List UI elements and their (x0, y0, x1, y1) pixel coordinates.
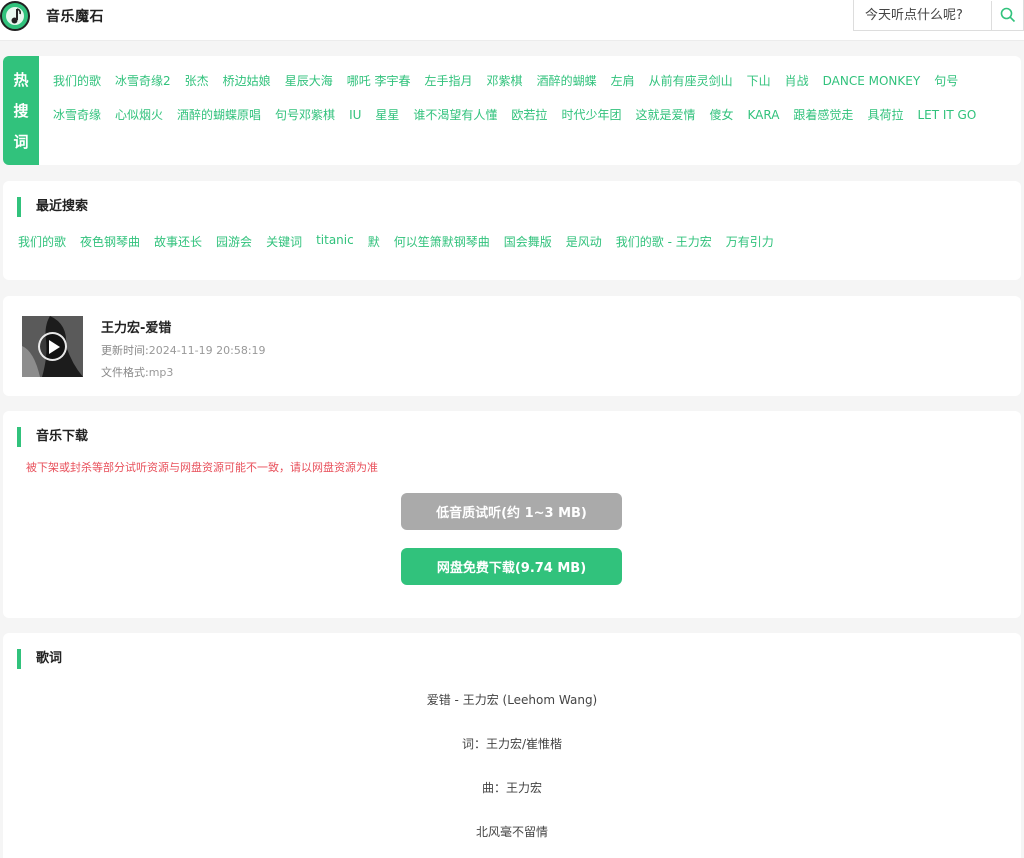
recent-search-item[interactable]: 国会舞版 (504, 233, 552, 250)
search-button[interactable] (991, 0, 1023, 30)
recent-search-item[interactable]: 我们的歌 - 王力宏 (616, 233, 712, 250)
lyric-line: 爱错 - 王力宏 (Leehom Wang) (426, 693, 598, 707)
hot-search-item[interactable]: LET IT GO (917, 98, 976, 132)
badge-char: 搜 (13, 102, 29, 120)
hot-search-item[interactable]: DANCE MONKEY (823, 64, 921, 98)
download-notice: 被下架或封杀等部分试听资源与网盘资源可能不一致，请以网盘资源为准 (26, 461, 378, 474)
hot-search-item[interactable]: 具荷拉 (867, 98, 903, 132)
song-title: 王力宏-爱错 (101, 321, 172, 336)
hot-search-item[interactable]: 星星 (375, 98, 399, 132)
recent-search-item[interactable]: titanic (316, 233, 354, 250)
hot-search-item[interactable]: 傻女 (709, 98, 733, 132)
hot-search-item[interactable]: 邓紫棋 (487, 64, 523, 98)
recent-search-list: 我们的歌 夜色钢琴曲 故事还长 园游会 关键词 titanic 默何以笙箫默钢琴曲 国会舞版是… (18, 233, 788, 250)
hot-search-item[interactable]: 左肩 (611, 64, 635, 98)
lyric-line: 北风毫不留情 (475, 825, 548, 839)
lyrics-title: 歌词 (17, 649, 62, 669)
free-download-button[interactable]: 网盘免费下载(9.74 MB) (401, 548, 622, 585)
lyric-line: 词：王力宏/崔惟楷 (461, 737, 563, 751)
song-info-panel: 王力宏-爱错 更新时间:2024-11-19 20:58:19 文件格式:mp3 (3, 296, 1021, 396)
format-label: 文件格式: (101, 366, 149, 379)
album-cover[interactable] (22, 316, 83, 377)
format-value: mp3 (148, 366, 174, 379)
recent-search-item[interactable]: 我们的歌 (18, 233, 66, 250)
lyrics-panel: 歌词 爱错 - 王力宏 (Leehom Wang) 词：王力宏/崔惟楷 曲：王力… (3, 633, 1021, 858)
updated-value: 2024-11-19 20:58:19 (148, 344, 266, 357)
song-updated-time: 更新时间:2024-11-19 20:58:19 (101, 342, 266, 358)
recent-search-item[interactable]: 万有引力 (726, 233, 774, 250)
hot-search-item[interactable]: 时代少年团 (561, 98, 621, 132)
hot-search-item[interactable]: 酒醉的蝴蝶原唱 (177, 98, 261, 132)
search-box (853, 0, 1024, 31)
hot-search-item[interactable]: 我们的歌 (53, 64, 101, 98)
site-title[interactable]: 音乐魔石 (46, 6, 104, 26)
hot-search-item[interactable]: 张杰 (185, 64, 209, 98)
badge-char: 词 (13, 133, 29, 151)
hot-search-item[interactable]: 谁不渴望有人懂 (413, 98, 497, 132)
search-input[interactable] (854, 0, 991, 30)
hot-search-item[interactable]: 左手指月 (425, 64, 473, 98)
recent-search-item[interactable]: 关键词 (266, 233, 302, 250)
recent-search-item[interactable]: 园游会 (216, 233, 252, 250)
hot-search-item[interactable]: 从前有座灵剑山 (649, 64, 733, 98)
hot-search-badge: 热 搜 词 (3, 56, 39, 165)
hot-search-item[interactable]: 这就是爱情 (635, 98, 695, 132)
hot-search-item[interactable]: 下山 (747, 64, 771, 98)
recent-search-item[interactable]: 默 (368, 233, 380, 250)
download-title: 音乐下载 (17, 427, 88, 447)
low-quality-listen-button[interactable]: 低音质试听(约 1~3 MB) (401, 493, 622, 530)
hot-search-item[interactable]: 跟着感觉走 (793, 98, 853, 132)
hot-search-item[interactable]: 句号邓紫棋 (275, 98, 335, 132)
hot-search-item[interactable]: 句号 (934, 64, 958, 98)
recent-search-item[interactable]: 何以笙箫默钢琴曲 (394, 233, 490, 250)
hot-search-item[interactable]: 冰雪奇缘 (53, 98, 101, 132)
hot-search-panel: 热 搜 词 我们的歌 冰雪奇缘2 张杰 桥边姑娘 星辰大海 哪吒 李宇春 左手指月 邓紫棋 酒醉… (3, 56, 1021, 165)
play-icon (49, 340, 60, 354)
updated-label: 更新时间: (101, 344, 149, 357)
recent-search-panel: 最近搜索 我们的歌 夜色钢琴曲 故事还长 园游会 关键词 titanic 默何以笙箫默钢琴曲… (3, 181, 1021, 280)
hot-search-item[interactable]: 心似烟火 (115, 98, 163, 132)
hot-search-item[interactable]: 桥边姑娘 (223, 64, 271, 98)
hot-search-item[interactable]: KARA (747, 98, 779, 132)
hot-search-item[interactable]: 哪吒 李宇春 (347, 64, 411, 98)
badge-char: 热 (13, 71, 29, 89)
recent-search-title: 最近搜索 (17, 197, 88, 217)
hot-search-list: 我们的歌 冰雪奇缘2 张杰 桥边姑娘 星辰大海 哪吒 李宇春 左手指月 邓紫棋 酒醉的蝴蝶 左肩从… (53, 64, 1013, 132)
play-button[interactable] (38, 332, 67, 361)
hot-search-item[interactable]: IU (349, 98, 361, 132)
search-icon (1000, 7, 1015, 23)
music-download-panel: 音乐下载 被下架或封杀等部分试听资源与网盘资源可能不一致，请以网盘资源为准 低音… (3, 411, 1021, 618)
recent-search-item[interactable]: 夜色钢琴曲 (80, 233, 140, 250)
hot-search-item[interactable]: 酒醉的蝴蝶 (537, 64, 597, 98)
hot-search-item[interactable]: 肖战 (785, 64, 809, 98)
hot-search-item[interactable]: 冰雪奇缘2 (115, 64, 171, 98)
song-file-format: 文件格式:mp3 (101, 364, 173, 380)
recent-search-item[interactable]: 是风动 (566, 233, 602, 250)
hot-search-item[interactable]: 欧若拉 (511, 98, 547, 132)
lyric-line: 曲：王力宏 (481, 781, 542, 795)
hot-search-item[interactable]: 星辰大海 (285, 64, 333, 98)
recent-search-item[interactable]: 故事还长 (154, 233, 202, 250)
music-note-logo-icon[interactable] (0, 0, 32, 32)
top-header: 音乐魔石 (0, 0, 1024, 41)
